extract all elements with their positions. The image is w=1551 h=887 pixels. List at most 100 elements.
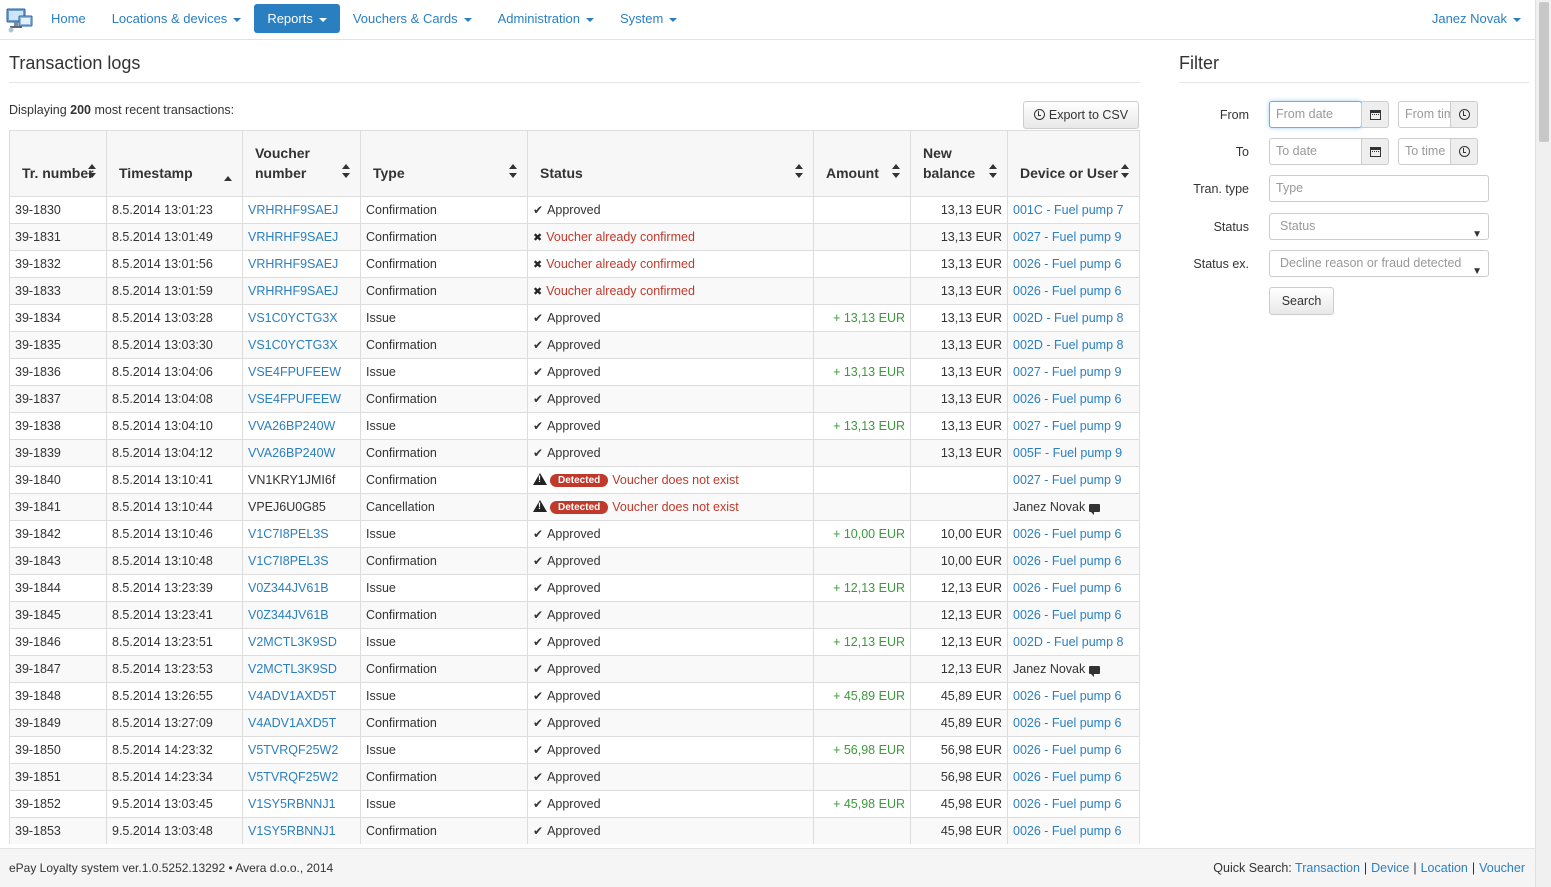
tran-type-input[interactable]: Type [1269, 175, 1489, 202]
status-ex-select[interactable]: Decline reason or fraud detected ▼ [1269, 250, 1489, 277]
device-link[interactable]: 0027 - Fuel pump 9 [1013, 365, 1121, 379]
device-link[interactable]: 002D - Fuel pump 8 [1013, 311, 1123, 325]
nav-item-locations-devices[interactable]: Locations & devices [99, 4, 255, 33]
device-link[interactable]: 0026 - Fuel pump 6 [1013, 743, 1121, 757]
device-link[interactable]: 0026 - Fuel pump 6 [1013, 581, 1121, 595]
from-time-input[interactable]: From time [1398, 101, 1451, 128]
table-row[interactable]: 39-1831 8.5.2014 13:01:49 VRHRHF9SAEJ Confi… [9, 222, 1140, 251]
to-date-picker-button[interactable] [1361, 138, 1389, 165]
table-row[interactable]: 39-1838 8.5.2014 13:04:10 VVA26BP240W Issue… [9, 411, 1140, 440]
sort-icon[interactable] [342, 163, 351, 178]
sort-icon[interactable] [88, 163, 97, 178]
table-row[interactable]: 39-1847 8.5.2014 13:23:53 V2MCTL3K9SD Confi… [9, 654, 1140, 683]
device-link[interactable]: 0026 - Fuel pump 6 [1013, 716, 1121, 730]
device-link[interactable]: 0026 - Fuel pump 6 [1013, 797, 1121, 811]
device-link[interactable]: 0026 - Fuel pump 6 [1013, 770, 1121, 784]
voucher-link[interactable]: V1SY5RBNNJ1 [248, 797, 336, 811]
device-link[interactable]: 0027 - Fuel pump 9 [1013, 473, 1121, 487]
voucher-link[interactable]: V2MCTL3K9SD [248, 635, 337, 649]
to-time-picker-button[interactable] [1450, 138, 1478, 165]
table-row[interactable]: 39-1846 8.5.2014 13:23:51 V2MCTL3K9SD Issue… [9, 627, 1140, 656]
device-link[interactable]: 001C - Fuel pump 7 [1013, 203, 1123, 217]
column-header-type[interactable]: Type [360, 131, 528, 197]
search-button[interactable]: Search [1269, 287, 1334, 315]
sort-icon[interactable] [795, 163, 804, 178]
voucher-link[interactable]: VSE4FPUFEEW [248, 365, 341, 379]
device-link[interactable]: 0026 - Fuel pump 6 [1013, 392, 1121, 406]
table-row[interactable]: 39-1836 8.5.2014 13:04:06 VSE4FPUFEEW Issue… [9, 357, 1140, 386]
device-link[interactable]: 002D - Fuel pump 8 [1013, 635, 1123, 649]
quick-search-link-location[interactable]: Location [1421, 861, 1468, 875]
scrollbar-thumb[interactable] [1539, 2, 1549, 142]
sort-icon[interactable] [989, 163, 998, 178]
device-link[interactable]: 0026 - Fuel pump 6 [1013, 824, 1121, 838]
table-row[interactable]: 39-1839 8.5.2014 13:04:12 VVA26BP240W Confi… [9, 438, 1140, 467]
voucher-link[interactable]: V0Z344JV61B [248, 581, 329, 595]
page-scrollbar[interactable] [1535, 0, 1551, 887]
sort-icon[interactable] [892, 163, 901, 178]
table-row[interactable]: 39-1845 8.5.2014 13:23:41 V0Z344JV61B Confi… [9, 600, 1140, 629]
status-select[interactable]: Status ▼ [1269, 213, 1489, 240]
from-date-input[interactable]: From date [1269, 101, 1362, 128]
voucher-link[interactable]: VRHRHF9SAEJ [248, 284, 338, 298]
table-row[interactable]: 39-1841 8.5.2014 13:10:44 VPEJ6U0G85 Cancel… [9, 492, 1140, 521]
voucher-link[interactable]: V4ADV1AXD5T [248, 689, 336, 703]
sort-icon[interactable] [1121, 163, 1130, 178]
device-link[interactable]: 0026 - Fuel pump 6 [1013, 527, 1121, 541]
table-row[interactable]: 39-1849 8.5.2014 13:27:09 V4ADV1AXD5T Confi… [9, 708, 1140, 737]
nav-item-home[interactable]: Home [38, 4, 99, 33]
voucher-link[interactable]: V4ADV1AXD5T [248, 716, 336, 730]
from-date-picker-button[interactable] [1361, 101, 1389, 128]
sort-ascending-icon[interactable] [224, 175, 233, 182]
voucher-link[interactable]: V2MCTL3K9SD [248, 662, 337, 676]
table-row[interactable]: 39-1835 8.5.2014 13:03:30 VS1C0YCTG3X Confi… [9, 330, 1140, 359]
sort-icon[interactable] [509, 163, 518, 178]
nav-item-vouchers-cards[interactable]: Vouchers & Cards [340, 4, 485, 33]
table-row[interactable]: 39-1837 8.5.2014 13:04:08 VSE4FPUFEEW Confi… [9, 384, 1140, 413]
device-link[interactable]: 0026 - Fuel pump 6 [1013, 284, 1121, 298]
table-row[interactable]: 39-1834 8.5.2014 13:03:28 VS1C0YCTG3X Issue… [9, 303, 1140, 332]
table-row[interactable]: 39-1832 8.5.2014 13:01:56 VRHRHF9SAEJ Confi… [9, 249, 1140, 278]
comment-icon[interactable] [1089, 503, 1101, 515]
voucher-link[interactable]: V1SY5RBNNJ1 [248, 824, 336, 838]
voucher-link[interactable]: V1C7I8PEL3S [248, 554, 329, 568]
voucher-link[interactable]: VRHRHF9SAEJ [248, 230, 338, 244]
voucher-link[interactable]: V5TVRQF25W2 [248, 770, 338, 784]
computer-network-icon[interactable] [3, 3, 35, 35]
voucher-link[interactable]: V5TVRQF25W2 [248, 743, 338, 757]
quick-search-link-voucher[interactable]: Voucher [1479, 861, 1525, 875]
column-header-device-or-user[interactable]: Device or User [1007, 131, 1140, 197]
from-time-picker-button[interactable] [1450, 101, 1478, 128]
comment-icon[interactable] [1089, 665, 1101, 677]
voucher-link[interactable]: V0Z344JV61B [248, 608, 329, 622]
device-link[interactable]: 0026 - Fuel pump 6 [1013, 554, 1121, 568]
voucher-link[interactable]: V1C7I8PEL3S [248, 527, 329, 541]
column-header-timestamp[interactable]: Timestamp [106, 131, 243, 197]
table-row[interactable]: 39-1833 8.5.2014 13:01:59 VRHRHF9SAEJ Confi… [9, 276, 1140, 305]
voucher-link[interactable]: VVA26BP240W [248, 446, 335, 460]
column-header-voucher-number[interactable]: Voucher number [242, 131, 361, 197]
to-time-input[interactable]: To time [1398, 138, 1451, 165]
column-header-status[interactable]: Status [527, 131, 814, 197]
table-row[interactable]: 39-1840 8.5.2014 13:10:41 VN1KRY1JMI6f Conf… [9, 465, 1140, 494]
voucher-link[interactable]: VS1C0YCTG3X [248, 311, 338, 325]
nav-item-system[interactable]: System [607, 4, 690, 33]
device-link[interactable]: 0027 - Fuel pump 9 [1013, 230, 1121, 244]
user-menu[interactable]: Janez Novak [1432, 4, 1521, 33]
table-row[interactable]: 39-1844 8.5.2014 13:23:39 V0Z344JV61B Issue… [9, 573, 1140, 602]
quick-search-link-device[interactable]: Device [1371, 861, 1409, 875]
device-link[interactable]: 002D - Fuel pump 8 [1013, 338, 1123, 352]
column-header-tr-number[interactable]: Tr. number [9, 131, 107, 197]
quick-search-link-transaction[interactable]: Transaction [1295, 861, 1360, 875]
voucher-link[interactable]: VVA26BP240W [248, 419, 335, 433]
device-link[interactable]: 0027 - Fuel pump 9 [1013, 419, 1121, 433]
nav-item-reports[interactable]: Reports [254, 4, 340, 33]
column-header-new-balance[interactable]: New balance [910, 131, 1008, 197]
voucher-link[interactable]: VRHRHF9SAEJ [248, 203, 338, 217]
nav-item-administration[interactable]: Administration [485, 4, 607, 33]
table-row[interactable]: 39-1848 8.5.2014 13:26:55 V4ADV1AXD5T Issue… [9, 681, 1140, 710]
table-row[interactable]: 39-1843 8.5.2014 13:10:48 V1C7I8PEL3S Confi… [9, 546, 1140, 575]
device-link[interactable]: 0026 - Fuel pump 6 [1013, 257, 1121, 271]
device-link[interactable]: 0026 - Fuel pump 6 [1013, 689, 1121, 703]
export-csv-button[interactable]: Export to CSV [1023, 101, 1139, 129]
